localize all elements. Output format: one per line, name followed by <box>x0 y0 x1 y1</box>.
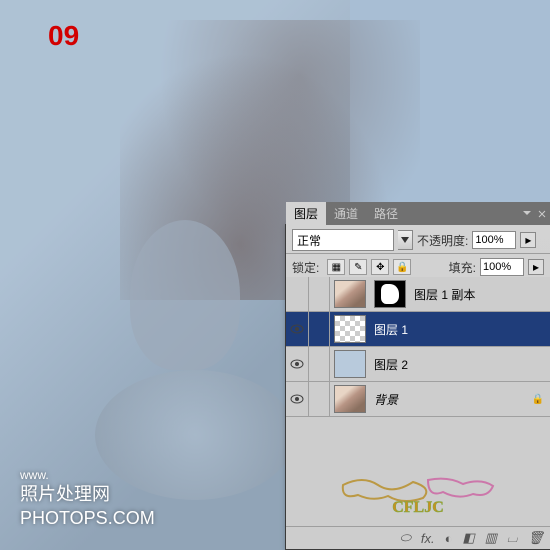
svg-text:CFLJC: CFLJC <box>392 499 444 516</box>
panel-tabs: 图层 通道 路径 <box>286 202 550 225</box>
panel-decoration: CFLJC <box>286 467 550 521</box>
mask-thumbnail[interactable] <box>374 280 406 308</box>
layer-name[interactable]: 图层 2 <box>374 356 550 373</box>
watermark-prefix: www. <box>20 468 155 484</box>
opacity-label: 不透明度: <box>417 232 468 249</box>
layer-thumbnail[interactable] <box>334 385 366 413</box>
opacity-input[interactable] <box>472 231 516 249</box>
link-cell <box>309 277 330 311</box>
fill-input[interactable] <box>480 258 524 276</box>
layer-row[interactable]: 图层 1 副本 <box>286 277 550 312</box>
layer-thumbnail[interactable] <box>334 350 366 378</box>
watermark-url: PHOTOPS.COM <box>20 508 155 528</box>
tab-channels[interactable]: 通道 <box>326 202 366 225</box>
lock-position-icon[interactable]: ✥ <box>371 259 389 275</box>
lock-label: 锁定: <box>292 259 319 276</box>
blend-mode-select[interactable] <box>292 229 394 251</box>
link-cell <box>309 312 330 346</box>
tab-layers[interactable]: 图层 <box>286 202 326 225</box>
new-layer-icon[interactable]: ⌴ <box>507 530 517 546</box>
group-icon[interactable]: ▥ <box>485 530 497 546</box>
layer-tools: ⬭ fx. ◐ ◧ ▥ ⌴ 🗑 <box>286 526 550 549</box>
lock-transparency-icon[interactable]: ▦ <box>327 259 345 275</box>
lock-all-icon[interactable]: 🔒 <box>393 259 411 275</box>
blend-mode-dropdown-icon[interactable] <box>398 230 413 250</box>
link-cell <box>309 382 330 416</box>
link-cell <box>309 347 330 381</box>
layer-name[interactable]: 图层 1 副本 <box>414 286 550 303</box>
step-number: 09 <box>48 20 79 52</box>
watermark-main: 照片处理网 <box>20 484 110 504</box>
layer-row[interactable]: 图层 2 <box>286 347 550 382</box>
fill-label: 填充: <box>449 259 476 276</box>
layer-row[interactable]: 背景🔒 <box>286 382 550 417</box>
fx-icon[interactable]: fx. <box>421 531 435 546</box>
layers-panel: 图层 通道 路径 不透明度: ▸ 锁定: ▦ ✎ ✥ 🔒 填充: ▸ 图层 1 … <box>285 224 550 550</box>
link-layers-icon[interactable]: ⬭ <box>400 530 411 546</box>
lock-pixels-icon[interactable]: ✎ <box>349 259 367 275</box>
layer-name[interactable]: 背景 <box>374 391 532 408</box>
trash-icon[interactable]: 🗑 <box>527 530 544 546</box>
tab-paths[interactable]: 路径 <box>366 202 406 225</box>
opacity-stepper[interactable]: ▸ <box>520 232 536 248</box>
adjustment-layer-icon[interactable]: ◧ <box>462 530 474 546</box>
watermark: www. 照片处理网 PHOTOPS.COM <box>20 468 155 530</box>
layer-name[interactable]: 图层 1 <box>374 321 550 338</box>
fill-stepper[interactable]: ▸ <box>528 259 544 275</box>
lock-indicator-icon: 🔒 <box>532 394 544 405</box>
photo-head <box>130 220 240 370</box>
visibility-toggle[interactable] <box>286 312 309 346</box>
layer-mask-icon[interactable]: ◐ <box>445 531 453 546</box>
layer-thumbnail[interactable] <box>334 280 366 308</box>
visibility-toggle[interactable] <box>286 347 309 381</box>
panel-menu-arrow-icon[interactable] <box>522 207 532 221</box>
layer-row[interactable]: 图层 1 <box>286 312 550 347</box>
panel-close-icon[interactable] <box>538 207 546 221</box>
visibility-toggle[interactable] <box>286 277 309 311</box>
layer-thumbnail[interactable] <box>334 315 366 343</box>
visibility-toggle[interactable] <box>286 382 309 416</box>
